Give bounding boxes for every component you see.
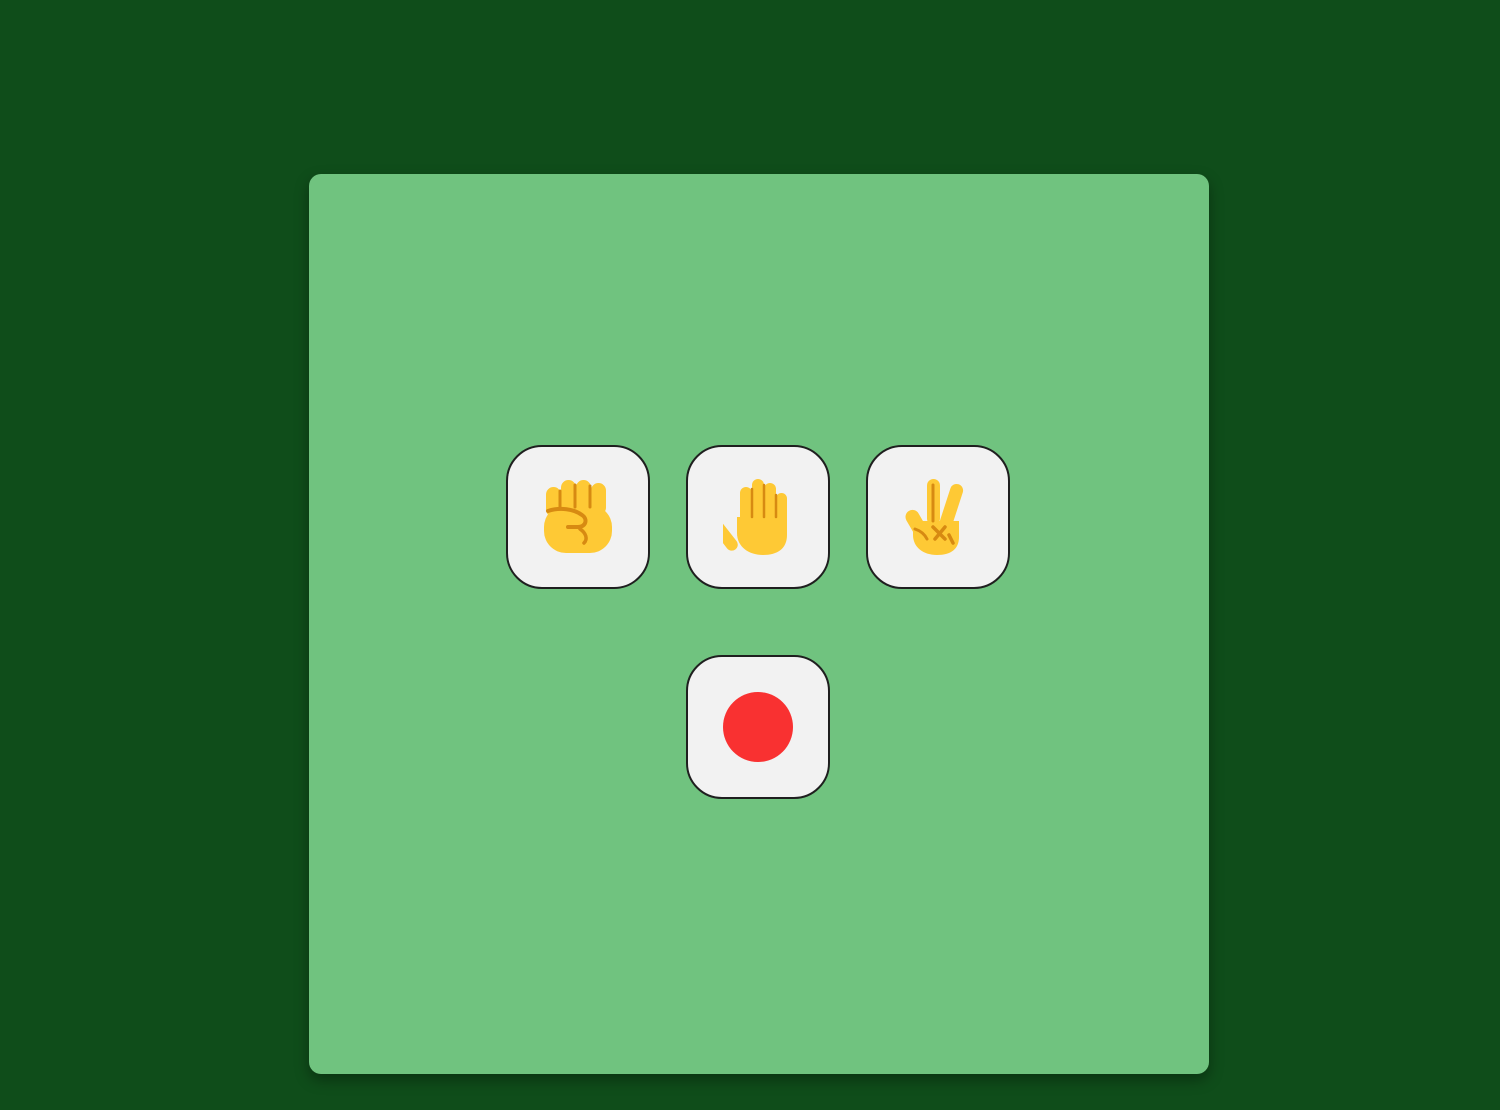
record-button[interactable] [686, 655, 830, 799]
scissors-button[interactable]: ✌️ [866, 445, 1010, 589]
raised-hand-icon [723, 479, 787, 555]
game-board: ✊ ✋ [309, 174, 1209, 1074]
game-page: ✊ ✋ [0, 0, 1500, 1110]
victory-hand-icon [905, 479, 964, 555]
rock-button[interactable]: ✊ [506, 445, 650, 589]
raised-fist-icon [544, 480, 612, 553]
paper-button[interactable]: ✋ [686, 445, 830, 589]
record-dot-icon [723, 692, 793, 762]
